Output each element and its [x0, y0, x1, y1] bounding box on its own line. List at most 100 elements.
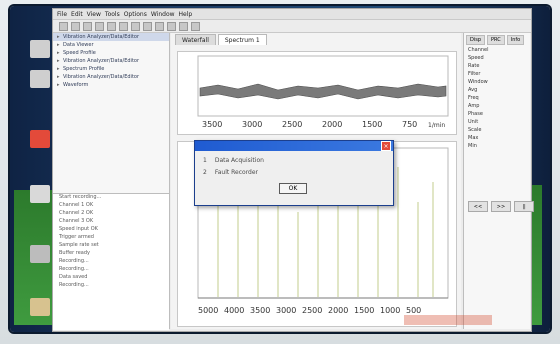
tree-item[interactable]: ▸ Vibration Analyzer/Data/Editor [53, 73, 169, 81]
next-button[interactable]: >> [491, 201, 511, 212]
menu-bar: File Edit View Tools Options Window Help [53, 9, 531, 20]
menu-view[interactable]: View [87, 11, 101, 18]
log-row: Recording... [59, 266, 89, 272]
desktop-icon[interactable] [30, 298, 50, 316]
log-row: Sample rate set [59, 242, 99, 248]
property-row: Scale [468, 127, 482, 133]
x-tick: 3000 [242, 120, 263, 129]
x-tick: 3500 [202, 120, 223, 129]
toolbar-button[interactable] [167, 21, 176, 31]
toolbar-button[interactable] [107, 21, 116, 31]
right-buttons: << >> || [468, 201, 534, 212]
dialog-row: 2 Fault Recorder [203, 169, 258, 176]
x-tick: 2000 [322, 120, 343, 129]
x-tick: 2500 [302, 306, 323, 315]
tree-item[interactable]: ▸ Vibration Analyzer/Data/Editor [53, 33, 169, 41]
ok-button[interactable]: OK [279, 183, 307, 194]
menu-options[interactable]: Options [124, 11, 147, 18]
x-tick: 750 [402, 120, 418, 129]
log-panel: Start recording... Channel 1 OK Channel … [53, 193, 169, 330]
property-row: Channel [468, 47, 489, 53]
x-tick: 3000 [276, 306, 297, 315]
property-row: Freq [468, 95, 479, 101]
tree-item[interactable]: ▸ Waveform [53, 81, 169, 89]
toolbar-button[interactable] [131, 21, 140, 31]
log-row: Channel 2 OK [59, 210, 94, 216]
menu-edit[interactable]: Edit [71, 11, 83, 18]
prev-button[interactable]: << [468, 201, 488, 212]
menu-help[interactable]: Help [179, 11, 193, 18]
chart-tabs: Waterfall Spectrum 1 [175, 33, 267, 45]
dialog-row-number: 2 [203, 169, 207, 176]
x-tick: 5000 [198, 306, 219, 315]
toolbar-button[interactable] [59, 21, 68, 31]
tree-item[interactable]: ▸ Data Viewer [53, 41, 169, 49]
tree-item-label: Spectrum Profile [63, 66, 105, 72]
property-row: Avg [468, 87, 478, 93]
log-row: Recording... [59, 282, 89, 288]
property-row: Rate [468, 63, 480, 69]
toolbar-button[interactable] [71, 21, 80, 31]
tab-spectrum[interactable]: Spectrum 1 [217, 34, 267, 45]
property-row: Amp [468, 103, 480, 109]
x-tick: 1500 [354, 306, 375, 315]
x-unit: 1/min [428, 122, 446, 129]
dialog-row-number: 1 [203, 157, 207, 164]
right-tabs: Disp PRC Info [464, 33, 530, 47]
property-row: Speed [468, 55, 484, 61]
log-row: Buffer ready [59, 250, 90, 256]
tree-item[interactable]: ▸ Speed Profile [53, 49, 169, 57]
menu-file[interactable]: File [57, 11, 67, 18]
toolbar-button[interactable] [95, 21, 104, 31]
desktop-icon[interactable] [30, 70, 50, 88]
toolbar-button[interactable] [119, 21, 128, 31]
x-tick: 4000 [224, 306, 245, 315]
toolbar-button[interactable] [155, 21, 164, 31]
toolbar-button[interactable] [143, 21, 152, 31]
log-row: Speed input OK [59, 226, 98, 232]
photo-date-stamp [404, 315, 492, 325]
tree-item[interactable]: ▸ Vibration Analyzer/Data/Editor [53, 57, 169, 65]
menu-window[interactable]: Window [151, 11, 175, 18]
desktop-icon[interactable] [30, 245, 50, 263]
x-tick: 2000 [328, 306, 349, 315]
right-panel: Disp PRC Info Channel Speed Rate Filter … [463, 33, 534, 329]
tree-item-label: Vibration Analyzer/Data/Editor [63, 34, 140, 40]
right-tab[interactable]: PRC [487, 35, 505, 45]
x-tick: 1500 [362, 120, 383, 129]
tree-item-label: Data Viewer [63, 42, 94, 48]
property-row: Phase [468, 111, 483, 117]
dialog-row-text: Fault Recorder [214, 169, 259, 176]
tree-item[interactable]: ▸ Spectrum Profile [53, 65, 169, 73]
log-row: Data saved [59, 274, 88, 280]
tree-item-label: Vibration Analyzer/Data/Editor [63, 74, 140, 80]
property-row: Max [468, 135, 479, 141]
log-row: Recording... [59, 258, 89, 264]
close-icon[interactable]: × [381, 141, 391, 151]
desktop-icon[interactable] [30, 185, 50, 203]
right-tab[interactable]: Disp [466, 35, 486, 45]
log-row: Start recording... [59, 194, 102, 200]
x-tick: 500 [406, 306, 422, 315]
project-tree: ▸ Vibration Analyzer/Data/Editor ▸ Data … [53, 33, 169, 185]
log-row: Trigger armed [59, 234, 94, 240]
desktop-icon[interactable] [30, 130, 50, 148]
log-row: Channel 3 OK [59, 218, 94, 224]
dialog-row: 1 Data Acquisition [203, 157, 264, 164]
tree-item-label: Vibration Analyzer/Data/Editor [63, 58, 140, 64]
property-row: Unit [468, 119, 479, 125]
right-tab[interactable]: Info [506, 35, 525, 45]
toolbar-button[interactable] [191, 21, 200, 31]
toolbar-button[interactable] [83, 21, 92, 31]
menu-tools[interactable]: Tools [105, 11, 120, 18]
message-dialog: × 1 Data Acquisition 2 Fault Recorder OK [194, 140, 394, 206]
pause-button[interactable]: || [514, 201, 534, 212]
tree-item-label: Waveform [63, 82, 89, 88]
x-tick: 2500 [282, 120, 303, 129]
desktop-icon[interactable] [30, 40, 50, 58]
property-row: Min [468, 143, 477, 149]
tab-waterfall[interactable]: Waterfall [175, 34, 216, 45]
x-tick: 1000 [380, 306, 401, 315]
x-tick: 3500 [250, 306, 271, 315]
toolbar-button[interactable] [179, 21, 188, 31]
